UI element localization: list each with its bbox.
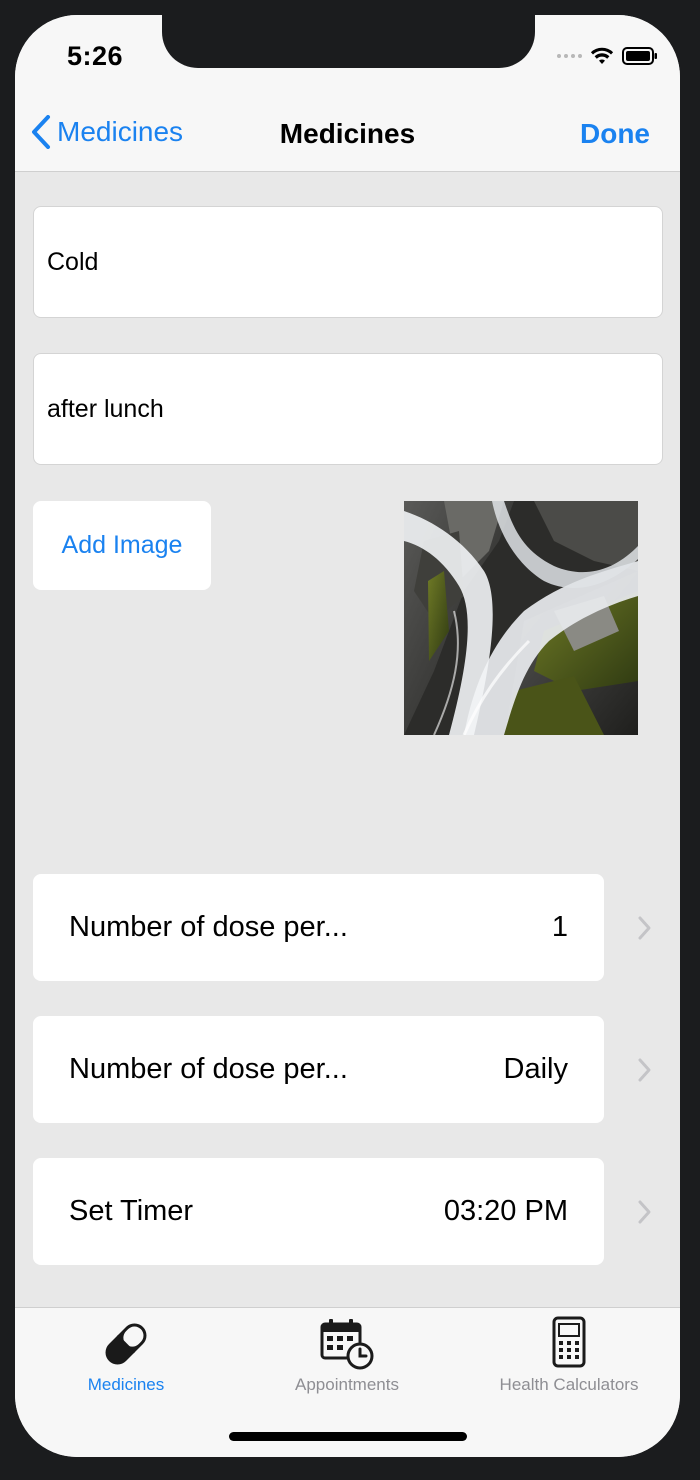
dose-frequency-row[interactable]: Number of dose per... Daily <box>33 1016 604 1123</box>
calendar-clock-icon <box>320 1319 374 1370</box>
device-notch <box>162 15 535 68</box>
tab-medicines[interactable]: Medicines <box>15 1308 237 1408</box>
tab-appointments-label: Appointments <box>295 1375 399 1394</box>
calculator-icon <box>552 1316 586 1368</box>
medicine-name-field[interactable]: Cold <box>33 206 663 318</box>
set-timer-label: Set Timer <box>69 1195 194 1227</box>
done-button[interactable]: Done <box>580 118 650 150</box>
status-icons <box>557 45 658 67</box>
pill-icon <box>105 1323 147 1365</box>
dose-count-row[interactable]: Number of dose per... 1 <box>33 874 604 981</box>
medicine-image <box>404 501 638 735</box>
phone-screen: 5:26 Medicines Medicines Done Cold after… <box>15 15 680 1457</box>
set-timer-value: 03:20 PM <box>443 1195 568 1227</box>
status-time: 5:26 <box>67 41 124 71</box>
chevron-right-icon[interactable] <box>635 1056 655 1084</box>
status-bar: 5:26 <box>15 15 680 87</box>
navigation-bar: Medicines Medicines Done <box>15 87 680 172</box>
home-indicator[interactable] <box>229 1432 467 1441</box>
dose-frequency-label: Number of dose per... <box>69 1053 348 1085</box>
chevron-right-icon[interactable] <box>635 1198 655 1226</box>
tab-health-calculators-label: Health Calculators <box>499 1375 639 1394</box>
signal-icon <box>557 54 582 58</box>
dose-count-value: 1 <box>551 911 568 943</box>
chevron-right-icon[interactable] <box>635 914 655 942</box>
add-image-button[interactable]: Add Image <box>33 501 211 590</box>
tab-appointments[interactable]: Appointments <box>236 1308 458 1408</box>
set-timer-row[interactable]: Set Timer 03:20 PM <box>33 1158 604 1265</box>
tab-medicines-label: Medicines <box>87 1375 165 1394</box>
dose-frequency-value: Daily <box>503 1053 568 1085</box>
battery-icon <box>622 47 657 65</box>
medicine-note-field[interactable]: after lunch <box>33 353 663 465</box>
dose-count-label: Number of dose per... <box>69 911 348 943</box>
wifi-icon <box>590 47 614 64</box>
tab-health-calculators[interactable]: Health Calculators <box>458 1308 680 1408</box>
